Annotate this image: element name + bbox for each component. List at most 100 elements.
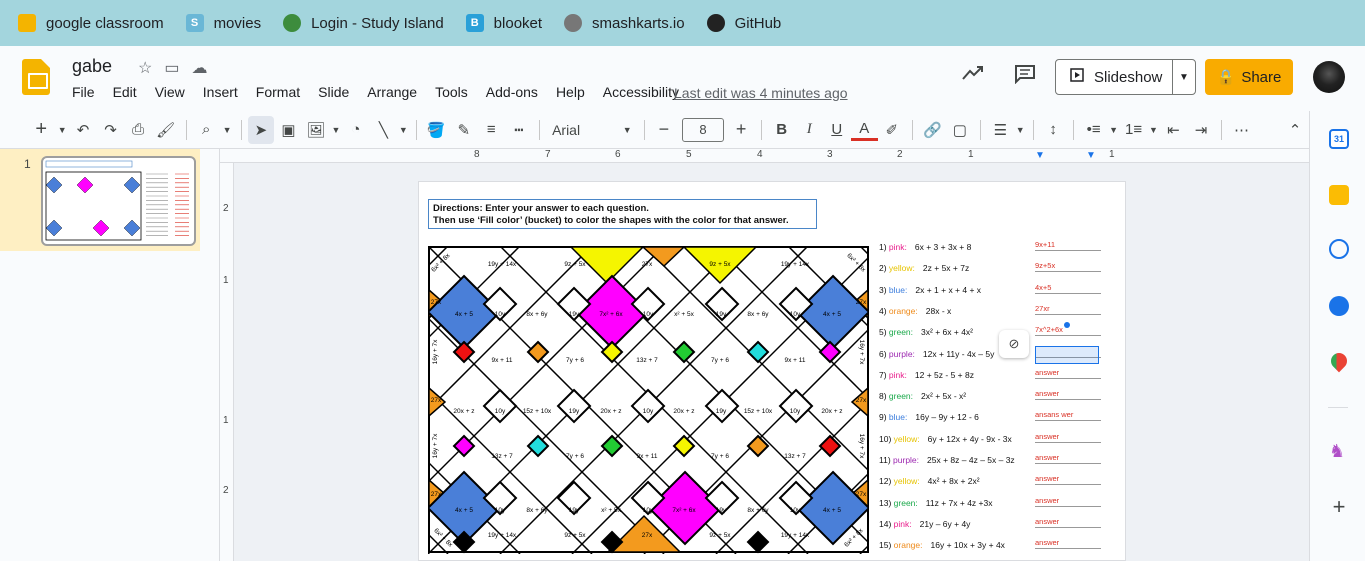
answer-field[interactable]: answer [1035, 517, 1101, 528]
shape-icon[interactable]: ◔ [343, 116, 370, 144]
smart-chip-button[interactable]: ⊘ [999, 330, 1029, 358]
zoom-dropdown-icon[interactable]: ▼ [220, 116, 233, 144]
border-dash-icon[interactable]: ┅ [506, 116, 533, 144]
bookmark-smashkarts[interactable]: smashkarts.io [564, 14, 685, 32]
add-comment-icon[interactable]: ▢ [947, 116, 974, 144]
answer-field[interactable]: answer [1035, 453, 1101, 464]
menu-slide[interactable]: Slide [318, 84, 356, 100]
align-dropdown-icon[interactable]: ▼ [1015, 116, 1026, 144]
tasks-icon[interactable] [1329, 239, 1349, 259]
slideshow-button[interactable]: Slideshow ▼ [1055, 59, 1196, 95]
answer-field[interactable]: 4x+5 [1035, 283, 1101, 294]
answer-field[interactable]: answer [1035, 496, 1101, 507]
align-icon[interactable]: ☰ [987, 116, 1014, 144]
answer-field[interactable]: 27xr [1035, 304, 1101, 315]
line-spacing-icon[interactable]: ↕ [1040, 116, 1067, 144]
bookmark-classroom[interactable]: google classroom [18, 14, 164, 32]
increase-font-size-icon[interactable]: + [728, 116, 755, 144]
slide-thumbnail[interactable] [41, 156, 196, 246]
answer-field[interactable]: answer [1035, 368, 1101, 379]
answer-field[interactable]: answer [1035, 389, 1101, 401]
activity-trend-icon[interactable] [962, 64, 984, 87]
account-avatar[interactable] [1313, 61, 1345, 93]
answer-field[interactable]: ansans wer [1035, 410, 1101, 422]
menu-file[interactable]: File [72, 84, 102, 100]
menu-insert[interactable]: Insert [203, 84, 245, 100]
comments-icon[interactable] [1014, 64, 1036, 90]
font-size-input[interactable]: 8 [682, 117, 724, 142]
selected-textbox[interactable] [1035, 346, 1099, 364]
bulleted-list-dropdown-icon[interactable]: ▼ [1108, 116, 1119, 144]
collapse-toolbar-icon[interactable]: ⌃ [1282, 116, 1309, 144]
insert-link-icon[interactable]: 🔗 [919, 116, 946, 144]
select-cursor-icon[interactable]: ➤ [247, 115, 275, 144]
menu-tools[interactable]: Tools [435, 84, 475, 100]
slideshow-dropdown-icon[interactable]: ▼ [1173, 72, 1195, 83]
fill-color-icon[interactable]: 🪣 [423, 116, 450, 144]
border-color-icon[interactable]: ✎ [451, 116, 478, 144]
font-family-select[interactable]: Arial ▼ [546, 117, 638, 143]
highlight-color-icon[interactable]: ✐ [879, 116, 906, 144]
contacts-icon[interactable] [1329, 296, 1349, 316]
new-slide-icon[interactable]: + [28, 116, 55, 144]
more-options-icon[interactable]: ⋯ [1228, 116, 1255, 144]
menu-help[interactable]: Help [556, 84, 592, 100]
menu-format[interactable]: Format [256, 84, 307, 100]
bold-icon[interactable]: B [768, 116, 795, 144]
right-indent-marker[interactable]: ▼ [1086, 150, 1096, 161]
paint-format-icon[interactable]: 🖌 [152, 116, 179, 144]
redo-icon[interactable]: ↷ [97, 116, 124, 144]
bookmark-movies-s[interactable]: Smovies [185, 14, 261, 32]
horizontal-ruler[interactable]: 8 7 6 5 4 3 2 1 1 ▼ ▼ [220, 149, 1309, 163]
menu-edit[interactable]: Edit [113, 84, 144, 100]
text-color-icon[interactable]: A [851, 119, 878, 141]
image-icon[interactable]: 🖼 [303, 116, 330, 144]
document-title[interactable]: gabe [72, 56, 112, 77]
calendar-icon[interactable]: 31 [1329, 129, 1349, 149]
line-icon[interactable]: ╲ [370, 116, 397, 144]
italic-icon[interactable]: I [796, 116, 823, 144]
answer-field[interactable]: 9x+11 [1035, 240, 1101, 251]
numbered-list-icon[interactable]: 1≡ [1120, 116, 1147, 144]
decrease-indent-icon[interactable]: ⇤ [1160, 116, 1187, 144]
underline-icon[interactable]: U [823, 116, 850, 144]
last-edit-link[interactable]: Last edit was 4 minutes ago [674, 85, 848, 101]
bookmark-github[interactable]: GitHub [706, 14, 781, 32]
maps-icon[interactable] [1327, 349, 1351, 373]
image-dropdown-icon[interactable]: ▼ [330, 116, 341, 144]
get-addons-icon[interactable]: + [1329, 496, 1349, 518]
slideshow-main[interactable]: Slideshow [1056, 60, 1173, 94]
numbered-list-dropdown-icon[interactable]: ▼ [1148, 116, 1159, 144]
share-button[interactable]: 🔒 Share [1205, 59, 1293, 95]
move-folder-icon[interactable]: ▭ [164, 58, 179, 78]
new-slide-dropdown-icon[interactable]: ▼ [56, 116, 69, 144]
star-icon[interactable]: ☆ [138, 58, 152, 78]
vertical-ruler[interactable]: 2 1 1 2 [220, 163, 234, 561]
directions-box[interactable]: Directions: Enter your answer to each qu… [428, 199, 817, 229]
line-dropdown-icon[interactable]: ▼ [398, 116, 409, 144]
zoom-icon[interactable]: ⌕ [193, 116, 220, 144]
print-icon[interactable]: ⎙ [125, 116, 152, 144]
undo-icon[interactable]: ↶ [70, 116, 97, 144]
menu-view[interactable]: View [155, 84, 192, 100]
menu-addons[interactable]: Add-ons [486, 84, 545, 100]
increase-indent-icon[interactable]: ⇥ [1188, 116, 1215, 144]
answer-field[interactable]: 9z+5x [1035, 261, 1101, 273]
decrease-font-size-icon[interactable]: − [651, 116, 678, 144]
answer-field[interactable]: answer [1035, 538, 1101, 550]
addon-unicorn-icon[interactable]: ♞ [1329, 441, 1349, 461]
answer-field[interactable]: answer [1035, 474, 1101, 486]
border-weight-icon[interactable]: ≡ [478, 116, 505, 144]
slides-logo-icon[interactable] [22, 59, 50, 95]
rotate-handle[interactable] [1064, 322, 1070, 328]
left-indent-marker[interactable]: ▼ [1035, 150, 1045, 161]
bookmark-study-island[interactable]: Login - Study Island [283, 14, 444, 32]
bookmark-blooket[interactable]: Bblooket [465, 14, 542, 32]
slide[interactable]: Directions: Enter your answer to each qu… [418, 181, 1126, 561]
menu-arrange[interactable]: Arrange [367, 84, 424, 100]
text-box-icon[interactable]: ▣ [275, 116, 302, 144]
bulleted-list-icon[interactable]: •≡ [1080, 116, 1107, 144]
cloud-status-icon[interactable]: ☁ [191, 58, 207, 78]
answer-field[interactable]: answer [1035, 432, 1101, 443]
keep-icon[interactable] [1329, 185, 1349, 205]
